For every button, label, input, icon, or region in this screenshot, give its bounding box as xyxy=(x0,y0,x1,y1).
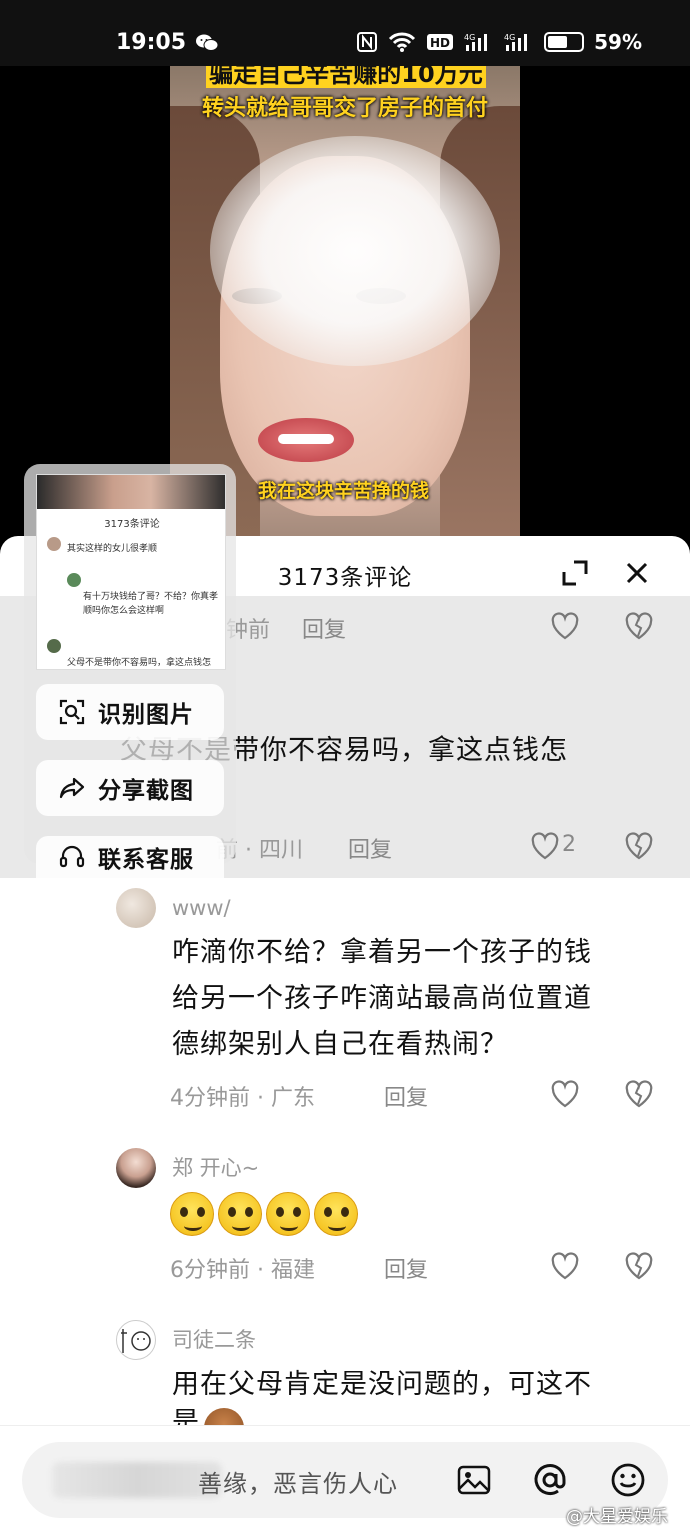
smile-emoji-icon xyxy=(314,1192,358,1236)
avatar xyxy=(67,573,81,587)
comment-time: 6分钟前 · 福建 xyxy=(170,1258,315,1283)
watermark: @大星爱娱乐 xyxy=(566,1507,668,1527)
svg-text:HD: HD xyxy=(430,36,450,50)
video-subtitle: 我在这块辛苦挣的钱 xyxy=(258,480,430,502)
video-frame xyxy=(258,418,354,462)
menu-label: 分享截图 xyxy=(98,778,194,804)
wechat-icon xyxy=(196,34,218,51)
comment-text: 是 xyxy=(172,1407,200,1425)
comment-username[interactable]: 司徒二条 xyxy=(172,1324,256,1354)
thumbnail-video xyxy=(37,475,225,509)
broken-heart-icon[interactable] xyxy=(624,612,654,640)
menu-label: 联系客服 xyxy=(98,847,194,873)
broken-heart-icon[interactable] xyxy=(624,832,654,860)
nfc-icon xyxy=(357,32,378,52)
thumbnail-text: 有十万块钱给了哥？不给？你真孝 xyxy=(83,592,219,602)
status-bar: 19:05 HD 4G 4G 59% xyxy=(0,0,690,66)
heart-icon[interactable] xyxy=(550,612,580,640)
hd-icon: HD xyxy=(427,34,454,50)
video-caption-top-2: 转头就给哥哥交了房子的首付 xyxy=(201,96,488,121)
monkey-emoji-icon xyxy=(204,1408,244,1425)
emoji-row xyxy=(170,1192,362,1236)
comment-text: 给另一个孩子咋滴站最高尚位置道 xyxy=(172,983,592,1014)
headset-icon xyxy=(59,845,85,868)
reply-button[interactable]: 回复 xyxy=(302,612,346,644)
battery-percent: 59% xyxy=(594,30,642,54)
at-mention-icon[interactable] xyxy=(532,1462,568,1498)
menu-recognize-image[interactable]: 识别图片 xyxy=(36,684,224,740)
face-blur-overlay xyxy=(210,136,500,366)
screen: 19:05 HD 4G 4G 59% 骗走自己辛苦赚的10万元 转头就给哥哥交了… xyxy=(0,0,690,1533)
status-icons: HD 4G 4G 59% xyxy=(356,30,642,54)
expand-icon[interactable] xyxy=(560,558,590,588)
wifi-icon xyxy=(389,32,416,52)
menu-label: 识别图片 xyxy=(98,702,194,728)
avatar[interactable] xyxy=(116,888,156,928)
avatar[interactable] xyxy=(116,1148,156,1188)
comment-username[interactable]: 郑 开心~ xyxy=(172,1152,259,1182)
heart-icon[interactable] xyxy=(530,832,560,860)
battery-icon xyxy=(544,32,585,52)
reply-button[interactable]: 回复 xyxy=(384,1252,428,1284)
share-icon xyxy=(59,777,85,799)
signal-4g-icon: 4G xyxy=(464,33,488,51)
avatar-sketch-icon xyxy=(121,1329,151,1353)
broken-heart-icon[interactable] xyxy=(624,1252,654,1280)
battery-fill xyxy=(548,36,567,48)
signal-4g-icon: 4G xyxy=(504,33,528,51)
avatar xyxy=(47,537,61,551)
menu-share-screenshot[interactable]: 分享截图 xyxy=(36,760,224,816)
heart-icon[interactable] xyxy=(550,1080,580,1108)
comment-time: 4分钟前 · 广东 xyxy=(170,1086,315,1111)
thumbnail-text: 其实这样的女儿很孝顺 xyxy=(67,544,158,554)
like-count: 2 xyxy=(562,832,576,857)
blurred-text xyxy=(52,1462,222,1498)
image-icon[interactable] xyxy=(456,1462,492,1498)
comment-text: 咋滴你不给？拿着另一个孩子的钱 xyxy=(172,937,592,968)
comment-input-bar: 善缘，恶言伤人心 @大星爱娱乐 xyxy=(0,1425,690,1533)
comment-text-cutoff: 是 xyxy=(172,1400,244,1425)
comment-username[interactable]: www/ xyxy=(172,896,231,920)
reply-button[interactable]: 回复 xyxy=(348,832,392,864)
heart-icon[interactable] xyxy=(550,1252,580,1280)
scan-icon xyxy=(59,699,85,725)
smile-emoji-icon xyxy=(266,1192,310,1236)
thumbnail-text: 顺吗你怎么会这样啊 xyxy=(83,606,165,616)
svg-text:4G: 4G xyxy=(504,33,515,42)
smile-emoji-icon xyxy=(218,1192,262,1236)
avatar xyxy=(47,639,61,653)
reply-button[interactable]: 回复 xyxy=(384,1080,428,1112)
thumbnail-text: 父母不是带你不容易吗，拿这点钱怎 xyxy=(67,658,212,668)
video-caption-top-1: 骗走自己辛苦赚的10万元 xyxy=(206,66,486,88)
comment-text: 德绑架别人自己在看热闹？ xyxy=(172,1029,508,1060)
comment-input-placeholder: 善缘，恶言伤人心 xyxy=(198,1470,398,1498)
emoji-icon[interactable] xyxy=(610,1462,646,1498)
screenshot-thumbnail[interactable]: 3173条评论 其实这样的女儿很孝顺 有十万块钱给了哥？不给？你真孝 顺吗你怎么… xyxy=(36,474,226,670)
avatar[interactable] xyxy=(116,1320,156,1360)
close-icon[interactable] xyxy=(622,558,652,588)
smile-emoji-icon xyxy=(170,1192,214,1236)
broken-heart-icon[interactable] xyxy=(624,1080,654,1108)
status-time: 19:05 xyxy=(116,30,187,55)
thumbnail-title: 3173条评论 xyxy=(104,519,160,530)
menu-contact-support[interactable]: 联系客服 xyxy=(36,836,224,878)
svg-text:4G: 4G xyxy=(464,33,475,42)
